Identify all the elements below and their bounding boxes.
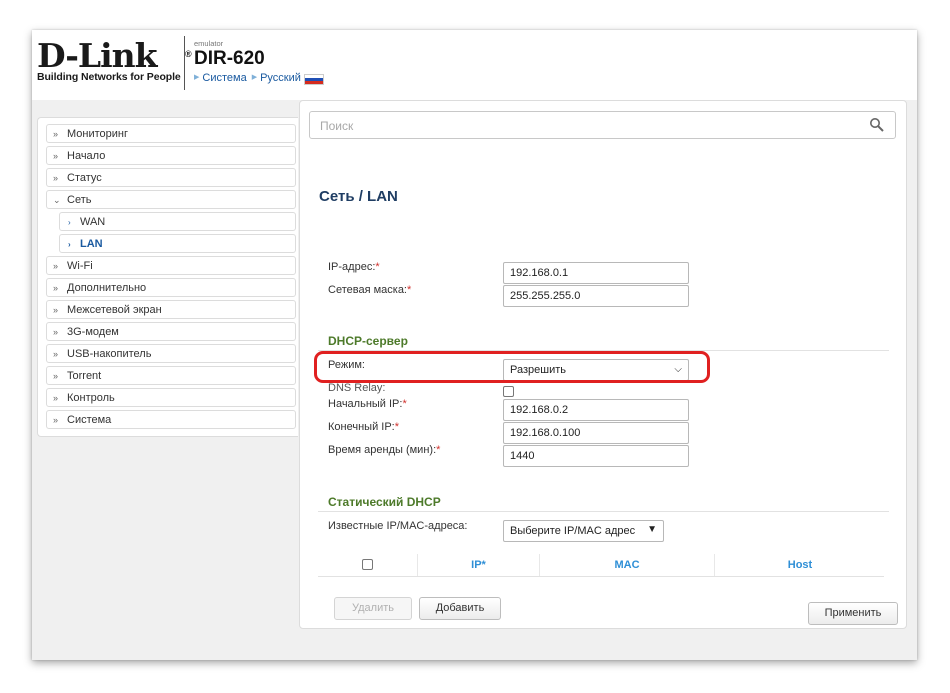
sidebar: » Мониторинг » Начало » Статус ⌄ Сеть › … [37,117,298,437]
logo-text: D-Link [37,36,158,75]
sidebar-item-wifi[interactable]: » Wi-Fi [46,256,296,275]
ip-address-label: IP-адрес:* [328,261,380,273]
required-mark: * [375,261,380,273]
sidebar-item-wan[interactable]: › WAN [59,212,296,231]
sidebar-item-start[interactable]: » Начало [46,146,296,165]
column-header-host: Host [787,559,813,571]
sidebar-item-status[interactable]: » Статус [46,168,296,187]
russian-flag-icon[interactable] [303,73,324,85]
required-mark: * [407,284,412,296]
router-web-ui: D-Link ® Building Networks for People emu… [32,30,917,660]
triangle-right-icon: ▶ [251,74,258,81]
sidebar-item-advanced[interactable]: » Дополнительно [46,278,296,297]
end-ip-input[interactable] [503,422,689,444]
chevron-right-circle-icon: » [53,151,59,161]
search-input[interactable] [318,113,862,139]
chevron-right-circle-icon: » [53,327,59,337]
system-menu-link[interactable]: Система [202,71,246,85]
end-ip-label: Конечный IP:* [328,421,399,433]
page-title: Сеть / LAN [319,188,398,205]
model-name: DIR-620 [194,48,265,69]
chevron-right-circle-icon: » [53,305,59,315]
column-header-mac: MAC [614,559,640,571]
main-content: Сеть / LAN IP-адрес:* Сетевая маска:* DH… [299,100,907,629]
required-mark: * [394,421,399,433]
section-divider [318,511,889,512]
sidebar-item-system[interactable]: » Система [46,410,296,429]
dhcp-mode-label: Режим: [328,359,365,371]
caret-right-icon: › [68,240,71,249]
chevron-down-icon: ⌵ [674,364,682,375]
dlink-logo: D-Link ® Building Networks for People [37,36,192,84]
sidebar-item-usb-storage[interactable]: » USB-накопитель [46,344,296,363]
sidebar-item-control[interactable]: » Контроль [46,388,296,407]
apply-button[interactable]: Применить [808,602,898,625]
emulator-label: emulator [194,39,224,48]
header-divider [184,36,185,90]
lease-time-input[interactable] [503,445,689,467]
search-icon[interactable] [869,117,885,133]
sidebar-item-firewall[interactable]: » Межсетевой экран [46,300,296,319]
header-breadcrumb: ▶ Система ▶ Русский [194,71,324,85]
dns-relay-checkbox[interactable] [503,386,514,397]
dhcp-mode-select[interactable]: Разрешить ⌵ [503,359,689,381]
column-header-ip: IP* [471,559,486,571]
chevron-down-circle-icon: ⌄ [53,195,61,205]
model-block: emulator DIR-620 ▶ Система ▶ Русский [194,39,324,85]
caret-right-icon: › [68,218,71,227]
known-ip-mac-label: Известные IP/MAC-адреса: [328,520,468,532]
known-ip-mac-select[interactable]: Выберите IP/MAC адрес ▼ [503,520,664,542]
chevron-right-circle-icon: » [53,349,59,359]
dns-relay-label: DNS Relay: [328,382,386,394]
triangle-down-icon: ▼ [647,524,657,535]
sidebar-item-network[interactable]: ⌄ Сеть [46,190,296,209]
registered-mark: ® [185,49,192,59]
chevron-right-circle-icon: » [53,173,59,183]
chevron-right-circle-icon: » [53,129,59,139]
lease-time-label: Время аренды (мин):* [328,444,441,456]
triangle-right-icon: ▶ [194,74,200,81]
section-divider [318,350,889,351]
add-button[interactable]: Добавить [419,597,501,620]
select-all-checkbox[interactable] [362,559,373,570]
header: D-Link ® Building Networks for People emu… [32,30,917,100]
sidebar-item-monitoring[interactable]: » Мониторинг [46,124,296,143]
chevron-right-circle-icon: » [53,393,59,403]
sidebar-item-torrent[interactable]: » Torrent [46,366,296,385]
netmask-label: Сетевая маска:* [328,284,412,296]
netmask-input[interactable] [503,285,689,307]
table-header-divider [318,576,884,577]
chevron-right-circle-icon: » [53,283,59,293]
start-ip-label: Начальный IP:* [328,398,407,410]
search-box [309,111,896,139]
dhcp-server-section-title: DHCP-сервер [328,334,408,348]
start-ip-input[interactable] [503,399,689,421]
language-menu-link[interactable]: Русский [260,71,301,85]
chevron-right-circle-icon: » [53,261,59,271]
required-mark: * [402,398,407,410]
required-mark: * [436,444,441,456]
chevron-right-circle-icon: » [53,371,59,381]
ip-address-input[interactable] [503,262,689,284]
sidebar-item-lan[interactable]: › LAN [59,234,296,253]
delete-button[interactable]: Удалить [334,597,412,620]
chevron-right-circle-icon: » [53,415,59,425]
static-dhcp-section-title: Статический DHCP [328,495,441,509]
sidebar-item-3g-modem[interactable]: » 3G-модем [46,322,296,341]
